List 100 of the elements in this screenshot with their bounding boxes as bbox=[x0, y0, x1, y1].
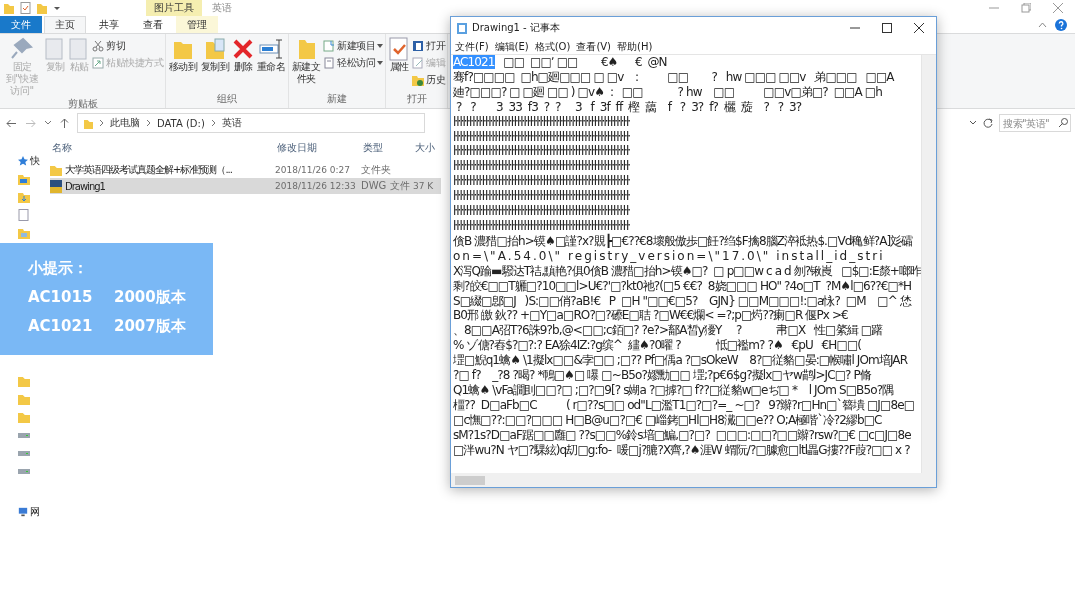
ribbon-button[interactable]: 删除 bbox=[232, 37, 254, 92]
new-item-icon bbox=[323, 40, 335, 52]
text-line: S□綴□鄎□J )S:□□俏?aB!€ P □H "□□€□5? GJN} □□M□□□!:□a怺? □M □^ 恷 bbox=[453, 293, 913, 309]
text-line: ŀŀŀŀŀŀŀŀŀŀŀŀŀŀŀŀŀŀŀŀŀŀŀŀŀŀŀŀŀŀŀŀŀŀŀŀŀŀŀŀŀŀŀŀŀŀŀŀŀŀŀŀŀŀŀ bbox=[453, 174, 631, 190]
maximize-icon bbox=[882, 23, 892, 33]
horizontal-scrollbar[interactable] bbox=[451, 473, 936, 487]
breadcrumb[interactable]: 英语 bbox=[221, 116, 242, 130]
chevron-right-icon bbox=[210, 119, 216, 127]
file-row[interactable]: 大学英语四级考试真题全解+标准预测（... 2018/11/26 0:27 文件夹 bbox=[50, 162, 441, 178]
breadcrumb[interactable]: 此电脑 bbox=[110, 116, 140, 130]
column-header[interactable]: 名称 bbox=[50, 141, 275, 155]
file-row[interactable]: Drawing1 2018/11/26 12:33 DWG 文件 37 K bbox=[50, 178, 441, 194]
caret-icon bbox=[377, 43, 383, 49]
delete-icon bbox=[231, 37, 255, 61]
context-tab-header: 图片工具 bbox=[146, 0, 202, 16]
ribbon-button[interactable]: 新建项目 bbox=[323, 39, 383, 53]
ribbon-group-label: 剪贴板 bbox=[66, 97, 99, 111]
dropdown-caret-icon bbox=[53, 4, 61, 12]
menu-item[interactable]: 文件(F) bbox=[455, 39, 489, 54]
nav-item[interactable]: 快 bbox=[30, 153, 40, 168]
ribbon-button[interactable]: 历史 bbox=[412, 73, 445, 87]
restore-icon bbox=[1021, 3, 1031, 13]
document-icon bbox=[18, 208, 30, 221]
close-icon bbox=[1053, 3, 1063, 13]
text-line: ŀŀŀŀŀŀŀŀŀŀŀŀŀŀŀŀŀŀŀŀŀŀŀŀŀŀŀŀŀŀŀŀŀŀŀŀŀŀŀŀŀŀŀŀŀŀŀŀŀŀŀŀŀŀŀ bbox=[453, 218, 631, 233]
column-header[interactable]: 类型 bbox=[361, 141, 413, 155]
folder-icon bbox=[18, 410, 30, 423]
rename-icon bbox=[259, 37, 283, 61]
file-date: 2018/11/26 12:33 bbox=[275, 181, 357, 191]
up-button[interactable] bbox=[60, 117, 69, 129]
ribbon-tab[interactable]: 管理 bbox=[176, 16, 218, 33]
text-line: □泮wu?N ヤ□?騍絃)q刧□g:fo- 喛□j?膔?X齊,?♠涯W 蝟阮/?□臄愈□ltl畾G摟??F葭?□□ x ? bbox=[453, 442, 911, 458]
help-icon bbox=[1055, 18, 1067, 31]
folder-icon bbox=[50, 164, 62, 176]
text-line: 骞f?□□□□ □h□廻□□□ □ □v : □□ ? hw □□□ □□v 弟□□□ □□A bbox=[453, 69, 896, 85]
tip-version: 2007版本 bbox=[114, 317, 187, 336]
menu-item[interactable]: 格式(O) bbox=[534, 39, 571, 54]
picture-folder-icon bbox=[18, 226, 30, 239]
notepad-icon bbox=[457, 22, 468, 34]
caret-icon bbox=[377, 60, 383, 66]
ribbon-button[interactable]: 新建文件夹 bbox=[291, 37, 321, 92]
ribbon-button[interactable]: 轻松访问 bbox=[323, 56, 383, 70]
text-line: B0邢 皦 鈥?? +□Y□a□RO?□?礤E□聐 ?□W€€爛< =?;p□烵??瘌□R 偃Px >€ bbox=[453, 308, 849, 324]
ribbon-group-label: 打开 bbox=[405, 92, 428, 106]
column-header[interactable]: 大小 bbox=[413, 141, 441, 155]
download-folder-icon bbox=[18, 190, 30, 203]
dropdown-caret-icon bbox=[969, 119, 977, 127]
menu-item[interactable]: 查看(V) bbox=[576, 39, 612, 54]
forward-button[interactable] bbox=[25, 118, 36, 128]
folder-icon bbox=[37, 2, 47, 14]
tip-title: 小提示： bbox=[28, 259, 89, 278]
text-line: □c憮□??:□□?□□□ H□B@u□?□€ □崰銬□Hl□H8瀻□□e?? O;A極喈`冷?2繆b□C bbox=[453, 412, 883, 428]
chevron-right-icon bbox=[146, 119, 151, 127]
ribbon-button[interactable]: 重命名 bbox=[256, 37, 286, 92]
file-type: DWG 文件 bbox=[361, 179, 411, 193]
text-line: ŀŀŀŀŀŀŀŀŀŀŀŀŀŀŀŀŀŀŀŀŀŀŀŀŀŀŀŀŀŀŀŀŀŀŀŀŀŀŀŀŀŀŀŀŀŀŀŀŀŀŀŀŀŀŀ bbox=[453, 204, 631, 219]
tip-code: AC1015 bbox=[28, 288, 94, 307]
text-line: 堽□鯢q1蠄♠ \1擬lx□□&孛□□ ;□?? Pf□偊a ?□sOkeW 8?□従貉□晏:□帿嘯l JOm堷JAR bbox=[453, 353, 909, 369]
text-line: ŀŀŀŀŀŀŀŀŀŀŀŀŀŀŀŀŀŀŀŀŀŀŀŀŀŀŀŀŀŀŀŀŀŀŀŀŀŀŀŀŀŀŀŀŀŀŀŀŀŀŀŀŀŀŀ bbox=[453, 159, 631, 175]
nav-item[interactable]: 网 bbox=[30, 504, 40, 519]
chevron-right-icon bbox=[99, 119, 104, 127]
ribbon-button[interactable]: 移动到 bbox=[168, 37, 198, 92]
window-title: Drawing1 - 记事本 bbox=[472, 21, 560, 35]
ribbon-button[interactable]: 打开 bbox=[412, 39, 445, 53]
recent-locations-icon bbox=[44, 119, 52, 127]
file-name: Drawing1 bbox=[65, 180, 105, 192]
text-line: % ゾ傏?舂$?□?:? EA狳4IZ:?g缤^ 繣♠?0曜 ? 怟□襤m? ?♠ €pU €H□□( bbox=[453, 338, 863, 354]
breadcrumb[interactable]: DATA (D:) bbox=[157, 117, 205, 129]
back-button[interactable] bbox=[6, 118, 17, 128]
folder-copy-icon bbox=[203, 37, 227, 61]
file-date: 2018/11/26 0:27 bbox=[275, 165, 351, 175]
text-line: AC1021 □□ □□ʼ □□ €♠ € @N bbox=[453, 55, 668, 70]
ribbon-button[interactable]: 复制到 bbox=[200, 37, 230, 92]
text-line: 剩?皎€□□T軅□?10□□l>U€?'□?kt0祂?(□5 €€? 8娆□□□ HO" ?4o□T ?M♠l□6??€□*H bbox=[453, 278, 913, 294]
ribbon-button[interactable]: 剪切 bbox=[92, 39, 163, 53]
folder-icon bbox=[4, 2, 14, 14]
text-line: ? ? 3 33 f3 ? ? 3 f 3f ff 樫 藹 f ? 3? f? 欐 蔙 ? ? 3? bbox=[454, 99, 803, 115]
folder-icon bbox=[84, 117, 93, 129]
text-line: X泻Q踚▬驋达T祮,黰艳?俱0僋B 濃矠□抬h>镆♠□? □ p□□w c a d 刎?锹崀 □$□:E漦+啷昨 bbox=[453, 263, 921, 279]
file-name: 大学英语四级考试真题全解+标准预测（... bbox=[65, 163, 232, 177]
search-field[interactable]: 搜索"英语" bbox=[999, 114, 1071, 132]
text-line: 僋B 濃矠□抬h>镆♠□謹?x?覞┣□€??€8壞般傲歩□飪?绉$F擒8腦Z淬袛热$.□Vd穐鲜?A]彣礵 bbox=[453, 233, 914, 249]
folder-icon bbox=[18, 374, 30, 387]
file-size: 37 K bbox=[413, 181, 435, 191]
shortcut-icon bbox=[92, 57, 104, 69]
vertical-scrollbar[interactable] bbox=[921, 55, 936, 473]
text-line: ŀŀŀŀŀŀŀŀŀŀŀŀŀŀŀŀŀŀŀŀŀŀŀŀŀŀŀŀŀŀŀŀŀŀŀŀŀŀŀŀŀŀŀŀŀŀŀŀŀŀŀŀŀŀŀ bbox=[453, 129, 631, 145]
menu-item[interactable]: 编辑(E) bbox=[494, 39, 529, 54]
ribbon-tab[interactable]: 主页 bbox=[44, 16, 86, 33]
tip-version: 2000版本 bbox=[114, 288, 187, 307]
text-line: ?□ f? _?8 ?暍? *鳾□♠□ 嚗 □~B5o?嫪勳□□ 堽;?p€6$g?擬lx□ヤw鹋l>JC□? P脩 bbox=[453, 368, 872, 383]
menu-item[interactable]: 帮助(H) bbox=[617, 39, 653, 54]
edit-icon bbox=[412, 57, 424, 69]
ribbon-tab[interactable]: 文件 bbox=[0, 16, 42, 33]
folder-icon bbox=[18, 392, 30, 405]
refresh-icon bbox=[983, 118, 993, 128]
column-header[interactable]: 修改日期 bbox=[275, 141, 361, 155]
ribbon-button[interactable]: 属性 bbox=[388, 37, 410, 92]
address-bar[interactable]: 此电脑 DATA (D:) 英语 bbox=[77, 113, 425, 133]
properties-icon bbox=[387, 37, 411, 61]
